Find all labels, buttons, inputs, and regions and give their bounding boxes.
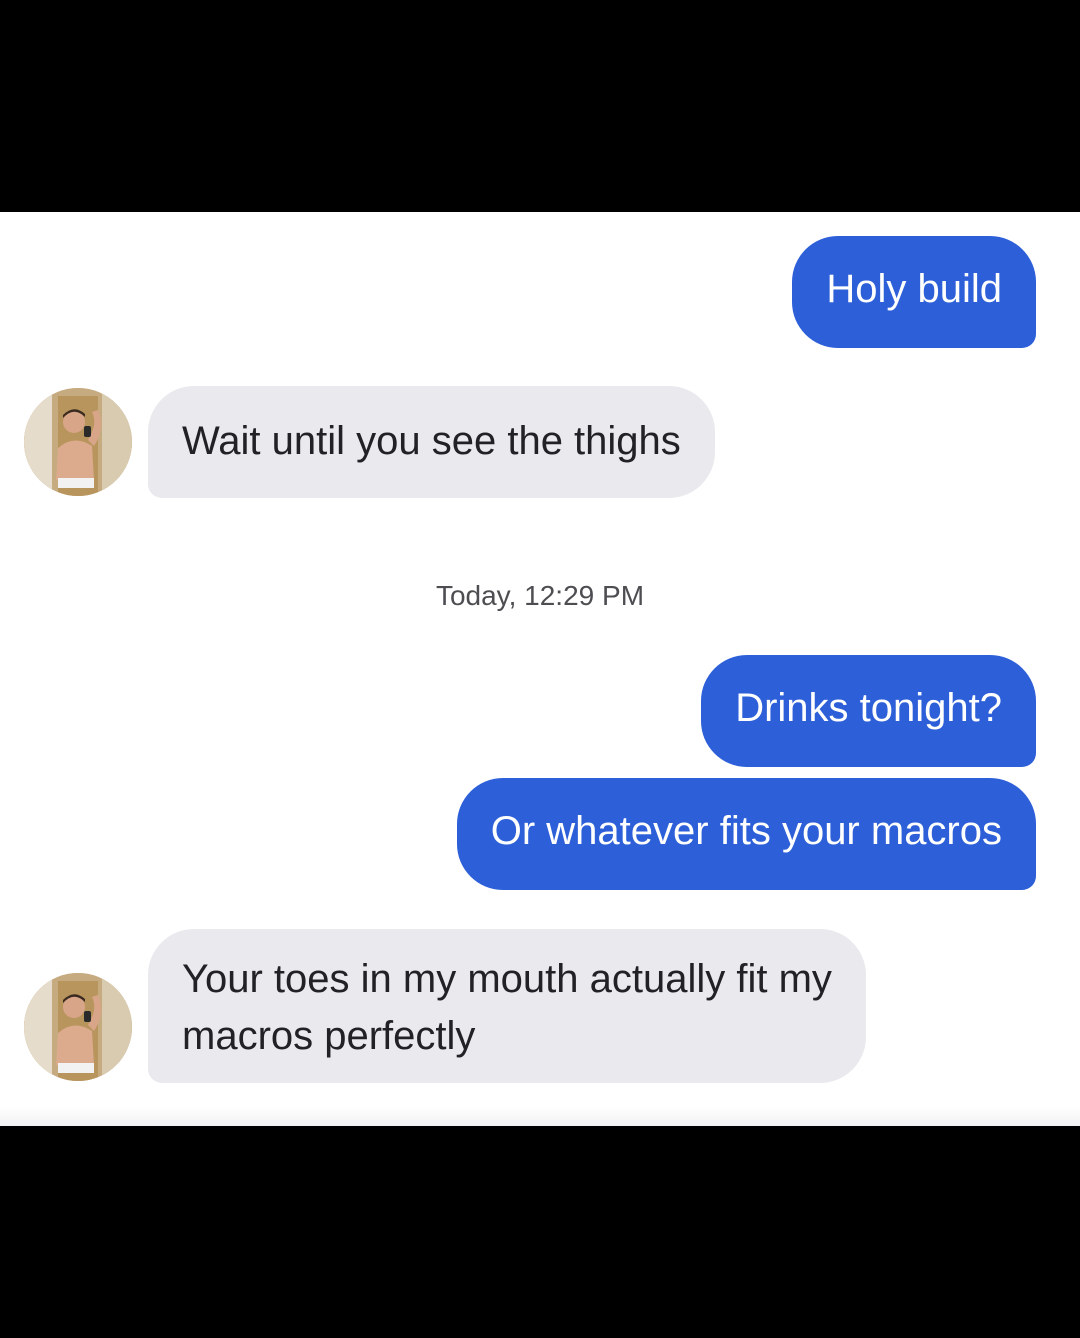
contact-avatar[interactable] [24, 388, 132, 496]
video-frame: Holy build Wait until you see the thighs… [0, 0, 1080, 1338]
message-text: Or whatever fits your macros [490, 809, 1002, 853]
contact-avatar[interactable] [24, 973, 132, 1081]
profile-photo-icon [24, 973, 132, 1081]
message-text-line: macros perfectly [182, 1014, 476, 1058]
profile-photo-icon [24, 388, 132, 496]
composer-edge [0, 1106, 1080, 1126]
message-text: Wait until you see the thighs [182, 419, 681, 463]
message-timestamp: Today, 12:29 PM [435, 580, 645, 611]
chat-thread[interactable]: Holy build Wait until you see the thighs… [0, 212, 1080, 1126]
received-message-bubble[interactable]: Wait until you see the thighs [148, 386, 715, 498]
received-message-bubble[interactable]: Your toes in my mouth actually fit my ma… [148, 929, 866, 1083]
message-text: Holy build [826, 267, 1002, 311]
message-text-line: Your toes in my mouth actually fit my [182, 957, 832, 1001]
message-text: Drinks tonight? [735, 686, 1002, 730]
sent-message-bubble[interactable]: Drinks tonight? [701, 655, 1036, 767]
sent-message-bubble[interactable]: Holy build [792, 236, 1036, 348]
sent-message-bubble[interactable]: Or whatever fits your macros [456, 778, 1036, 890]
